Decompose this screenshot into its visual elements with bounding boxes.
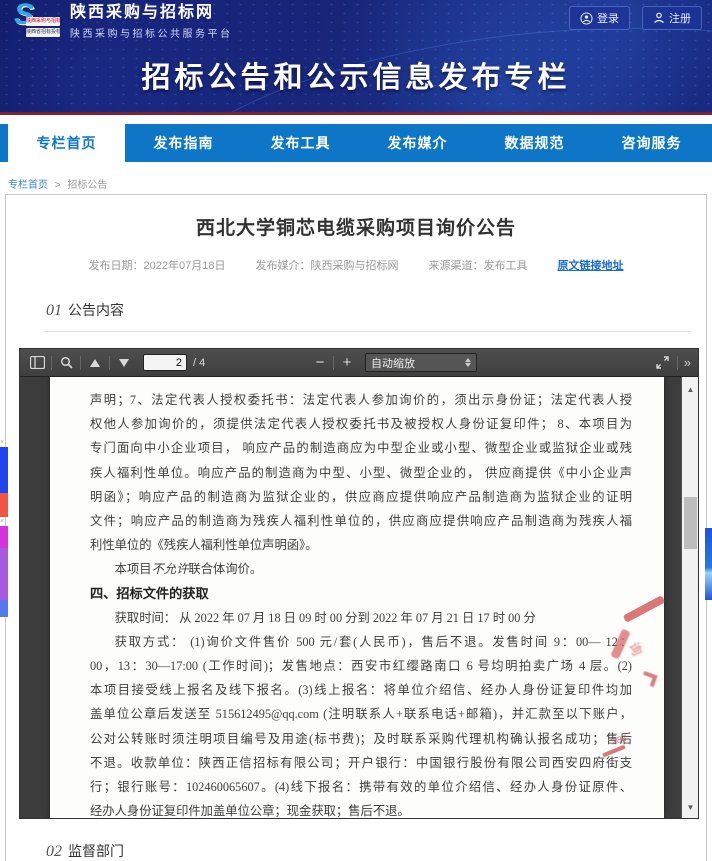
- source-link[interactable]: 原文链接地址: [557, 257, 623, 273]
- pdf-line: 获取时间： 从 2022 年 07 月 18 日 09 时 00 分到 2022…: [90, 606, 632, 630]
- banner-note: 《招标公告和公示信息发布管理办法》（国家发改委第10号令） 《招标公告和公示数据接…: [0, 110, 712, 115]
- pdf-line: 行；银行账号：102460065607。(4)线下报名：携带有效的单位介绍信、经…: [90, 775, 632, 799]
- logo-mark-icon: S 陕西采购与招标网 陕西省招标投标协会: [12, 4, 62, 40]
- pdf-line: 不退。收款单位：陕西正信招标有限公司；开户银行：中国银行股份有限公司西安四府街支: [90, 751, 632, 775]
- sidebar-toggle-icon[interactable]: [26, 352, 48, 374]
- article-card: 西北大学铜芯电缆采购项目询价公告 发布日期：2022年07月18日 发布媒介：陕西…: [5, 194, 707, 861]
- meta-item: 发布日期：2022年07月18日: [89, 257, 226, 273]
- pdf-line: 获取方式： (1)询价文件售价 500 元/套(人民币)，售后不退。发售时间 9…: [90, 630, 632, 654]
- pdf-line: 盖单位公章后发送至 515612495@qq.com (注明联系人+联系电话+邮…: [90, 702, 632, 726]
- toolbar-more-button[interactable]: »: [681, 355, 694, 370]
- zoom-mode-select[interactable]: 自动缩放: [365, 353, 477, 372]
- pdf-viewer: / 4 − + 自动缩放 »: [19, 348, 699, 819]
- site-banner: S 陕西采购与招标网 陕西省招标投标协会 陕西采购与招标网 陕西采购与招标公共服…: [0, 0, 712, 115]
- nav-tab-6[interactable]: 咨询服务: [593, 124, 710, 162]
- pdf-toolbar: / 4 − + 自动缩放 »: [20, 349, 698, 377]
- logo-plate-1: 陕西采购与招标网: [26, 17, 60, 26]
- pdf-line: 疾人福利性单位。响应产品的制造商为中型、小型、微型企业的， 供应商提供《中小企业…: [90, 461, 632, 485]
- breadcrumb-current: 招标公告: [67, 180, 107, 191]
- nav-tab-4[interactable]: 发布媒介: [359, 124, 476, 162]
- expand-arrows-icon[interactable]: [652, 352, 674, 374]
- left-widget-fragment[interactable]: [0, 600, 8, 617]
- right-widget-fragment[interactable]: [705, 528, 712, 600]
- next-page-button[interactable]: [113, 352, 135, 374]
- pdf-line: 公对公转账时须注明项目编号及用途(标书费)；及时联系采购代理机构确认报名成功；售…: [90, 727, 632, 751]
- section-1-title: 公告内容: [68, 302, 124, 318]
- nav-tab-5[interactable]: 数据规范: [476, 124, 593, 162]
- pdf-body: 声明；7、法定代表人授权委托书：法定代表人参加询价的，须出示身份证；法定代表人授…: [20, 377, 698, 818]
- pdf-line: 本项目不允许联合体询价。: [90, 557, 632, 581]
- zoom-out-button[interactable]: −: [310, 354, 330, 371]
- zoom-mode-value: 自动缩放: [371, 355, 415, 371]
- close-icon[interactable]: ×: [0, 438, 8, 447]
- page: S 陕西采购与招标网 陕西省招标投标协会 陕西采购与招标网 陕西采购与招标公共服…: [0, 0, 712, 861]
- left-widget-fragment[interactable]: [0, 493, 8, 517]
- arrow-up-icon: [90, 359, 100, 367]
- section-2-number: 02: [46, 843, 62, 860]
- breadcrumb-separator: >: [55, 180, 61, 191]
- meta-item: 发布媒介：陕西采购与招标网: [255, 257, 398, 273]
- pdf-line: 本项目接受线上报名及线下报名。(3)线上报名：将单位介绍信、经办人身份证复印件均…: [90, 678, 632, 702]
- site-name: 陕西采购与招标网: [70, 0, 233, 22]
- note-part-1: 《招标公告和公示信息发布管理办法》（国家发改委第: [78, 113, 349, 115]
- note-red-highlight: 10号令: [349, 113, 385, 115]
- meta-items: 发布日期：2022年07月18日 发布媒介：陕西采购与招标网 来源渠道：发布工具: [89, 257, 528, 273]
- pdf-line: 经办人身份证复印件加盖单位公章；现金获取；售后不退。: [90, 799, 632, 818]
- login-button[interactable]: 登录: [569, 6, 630, 30]
- magnifier-icon[interactable]: [55, 352, 77, 374]
- previous-page-button[interactable]: [84, 352, 106, 374]
- left-widget-fragment[interactable]: [0, 548, 8, 600]
- pdf-line: 声明；7、法定代表人授权委托书：法定代表人参加询价的，须出示身份证；法定代表人授: [90, 388, 632, 412]
- pdf-line: 专门面向中小企业项目， 响应产品的制造商应为中型企业或小型、微型企业或监狱企业或…: [90, 436, 632, 460]
- right-floating-widget[interactable]: [705, 528, 712, 600]
- scrollbar-up-icon[interactable]: ▲: [682, 385, 698, 394]
- pdf-line: 文件；响应产品的制造商为残疾人福利性单位的，供应商应提供响应产品制造商为残疾人福: [90, 509, 632, 533]
- nav-tab-2[interactable]: 发布指南: [125, 124, 242, 162]
- zoom-in-button[interactable]: +: [337, 354, 357, 371]
- left-widget-fragment[interactable]: [0, 526, 8, 548]
- left-floating-widgets: ××: [0, 438, 8, 617]
- page-number-input[interactable]: [143, 354, 187, 371]
- site-subtitle: 陕西采购与招标公共服务平台: [70, 25, 233, 40]
- arrow-down-icon: [119, 359, 129, 367]
- pdf-page: 声明；7、法定代表人授权委托书：法定代表人参加询价的，须出示身份证；法定代表人授…: [50, 377, 664, 818]
- page-title: 西北大学铜芯电缆采购项目询价公告: [6, 213, 706, 240]
- banner-title: 招标公告和公示信息发布专栏: [0, 54, 712, 96]
- pdf-line: 明函》；响应产品的制造商为监狱企业的，供应商应提供响应产品制造商为监狱企业的证明: [90, 485, 632, 509]
- pdf-line: 00，13：30—17:00 (工作时间)；发售地点：西安市红缨路南口 6 号均…: [90, 654, 632, 678]
- section-2-title: 监督部门: [68, 843, 124, 859]
- login-label: 登录: [597, 10, 619, 26]
- pdf-line: 利性单位的《残疾人福利性单位声明函》。: [90, 533, 632, 557]
- scrollbar-thumb[interactable]: [684, 497, 697, 549]
- page-total: / 4: [193, 357, 205, 369]
- pdf-scrollbar[interactable]: ▲ ▼: [681, 377, 698, 818]
- section-2-heading: 02 监督部门: [46, 841, 706, 861]
- up-down-caret-icon: [465, 358, 471, 367]
- close-icon[interactable]: ×: [0, 517, 8, 526]
- logo-plate-2: 陕西省招标投标协会: [26, 28, 60, 37]
- pdf-text: 声明；7、法定代表人授权委托书：法定代表人参加询价的，须出示身份证；法定代表人授…: [50, 377, 664, 818]
- pdf-line: 四、招标文件的获取: [90, 582, 632, 606]
- register-button[interactable]: 注册: [642, 6, 702, 30]
- left-widget-fragment[interactable]: [0, 447, 8, 493]
- section-divider: [44, 331, 691, 332]
- section-1-number: 01: [46, 302, 62, 319]
- user-icon: [653, 12, 665, 24]
- article-meta: 发布日期：2022年07月18日 发布媒介：陕西采购与招标网 来源渠道：发布工具 原…: [6, 257, 706, 273]
- nav-tab-1[interactable]: 专栏首页: [8, 124, 125, 170]
- user-circle-icon: [580, 12, 593, 25]
- nav-tab-3[interactable]: 发布工具: [242, 124, 359, 162]
- nav-tabs: 专栏首页发布指南发布工具发布媒介数据规范咨询服务: [0, 124, 712, 162]
- register-label: 注册: [669, 10, 691, 26]
- site-logo[interactable]: S 陕西采购与招标网 陕西省招标投标协会 陕西采购与招标网 陕西采购与招标公共服…: [12, 4, 233, 40]
- meta-item: 来源渠道：发布工具: [428, 257, 527, 273]
- pdf-line: 权他人参加询价的，须提供法定代表人授权委托书及被授权人身份证复印件； 8、本项目…: [90, 412, 632, 436]
- note-part-3: 《招标公告和公示数据接口规范》试行: [438, 113, 634, 115]
- breadcrumb-home-link[interactable]: 专栏首页: [8, 180, 48, 191]
- section-1-heading: 01 公告内容: [46, 300, 706, 320]
- note-part-2: ）: [385, 113, 397, 115]
- scrollbar-down-icon[interactable]: ▼: [682, 803, 698, 812]
